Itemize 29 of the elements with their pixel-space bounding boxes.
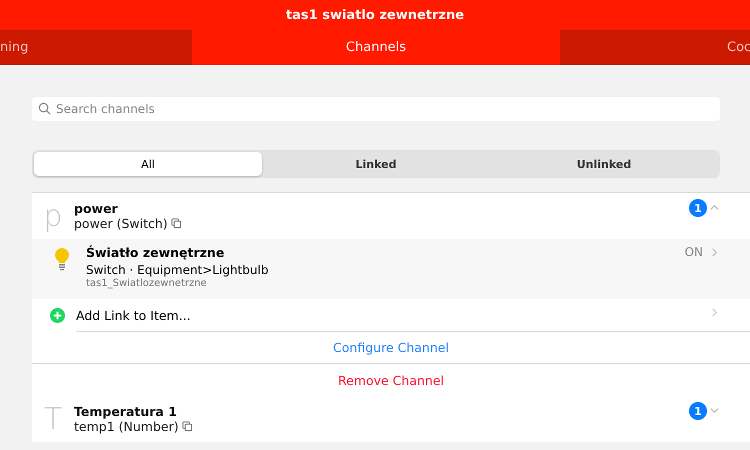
chevron-right-icon xyxy=(709,306,720,318)
add-link-label: Add Link to Item... xyxy=(76,308,192,322)
link-count-badge: 1 xyxy=(689,402,707,420)
channel-name: Temperatura 1 xyxy=(74,404,178,419)
channel-name: power xyxy=(74,201,119,216)
linked-item[interactable]: Światło zewnętrzne Switch · Equipment>Lightbulb tas1_Swiatlozewnetrzne ON xyxy=(32,239,750,299)
add-link-item[interactable]: Add Link to Item... xyxy=(32,299,750,331)
channel-type: power (Switch) xyxy=(74,216,168,231)
link-count-badge: 1 xyxy=(689,199,707,217)
item-name: tas1_Swiatlozewnetrzne xyxy=(86,278,208,289)
page-title: tas1 swiatlo zewnetrzne xyxy=(286,8,464,22)
filter-tab[interactable]: Linked xyxy=(262,152,490,176)
search-field[interactable]: Search channels xyxy=(32,97,720,121)
copy-icon[interactable] xyxy=(170,218,182,229)
item-type: Switch · Equipment>Lightbulb xyxy=(86,263,270,277)
filter-tab[interactable]: Unlinked xyxy=(490,152,718,176)
copy-icon[interactable] xyxy=(182,421,193,432)
plus-icon xyxy=(50,308,65,322)
tab[interactable]: ning xyxy=(0,30,192,65)
item-label: Światło zewnętrzne xyxy=(86,245,226,260)
configure-channel-link[interactable]: Configure Channel xyxy=(333,340,449,354)
tab[interactable]: Coc xyxy=(560,30,750,65)
lightbulb-icon xyxy=(54,247,70,271)
item-state: ON xyxy=(684,245,703,259)
filter-tab[interactable]: All xyxy=(34,152,262,176)
channel-type: temp1 (Number) xyxy=(74,419,179,434)
chevron-right-icon xyxy=(709,247,720,258)
tab[interactable]: Channels xyxy=(192,30,560,65)
remove-channel-link[interactable]: Remove Channel xyxy=(338,372,444,388)
